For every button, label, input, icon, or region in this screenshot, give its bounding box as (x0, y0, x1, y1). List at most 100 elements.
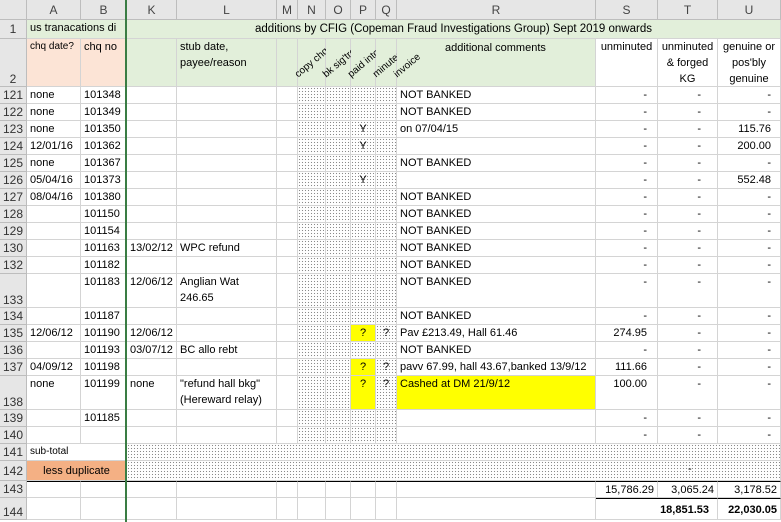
col-m-cell[interactable] (277, 257, 298, 274)
unminuted-cell[interactable]: - (596, 138, 658, 155)
payee-cell[interactable] (177, 155, 277, 172)
subtotal-label[interactable]: sub-total (27, 444, 127, 461)
header-k[interactable] (127, 39, 177, 87)
header-chq-date[interactable]: chq date? (27, 39, 81, 87)
copy-chq-cell[interactable] (298, 206, 326, 223)
stub-date-cell[interactable] (127, 189, 177, 206)
genuine-cell[interactable]: - (718, 189, 781, 206)
bk-sig-cell[interactable] (326, 87, 351, 104)
bk-sig-cell[interactable] (326, 240, 351, 257)
header-chq-no[interactable]: chq no (81, 39, 127, 87)
stub-date-cell[interactable]: 03/07/12 (127, 342, 177, 359)
comments-cell[interactable]: pavv 67.99, hall 43.67,banked 13/9/12 (397, 359, 596, 376)
minuted-cell[interactable] (376, 410, 397, 427)
totals-empty[interactable] (298, 481, 326, 498)
forged-cell[interactable]: - (658, 274, 718, 308)
total-forged[interactable]: 3,065.24 (658, 481, 718, 498)
row-header[interactable]: 132 (0, 257, 27, 274)
row-header[interactable]: 137 (0, 359, 27, 376)
chq-date-cell[interactable] (27, 257, 81, 274)
copy-chq-cell[interactable] (298, 376, 326, 410)
row-header[interactable]: 139 (0, 410, 27, 427)
paid-into-cell[interactable] (351, 410, 376, 427)
chq-no-cell[interactable]: 101193 (81, 342, 127, 359)
col-m-cell[interactable] (277, 342, 298, 359)
bk-sig-cell[interactable] (326, 104, 351, 121)
chq-no-cell[interactable]: 101182 (81, 257, 127, 274)
paid-into-cell[interactable] (351, 206, 376, 223)
chq-date-cell[interactable]: 12/01/16 (27, 138, 81, 155)
column-header-s[interactable]: S (596, 0, 658, 20)
comments-cell[interactable]: on 07/04/15 (397, 121, 596, 138)
bk-sig-cell[interactable] (326, 206, 351, 223)
unminuted-cell[interactable]: - (596, 172, 658, 189)
chq-date-cell[interactable] (27, 342, 81, 359)
minuted-cell[interactable] (376, 121, 397, 138)
chq-no-cell[interactable]: 101154 (81, 223, 127, 240)
copy-chq-cell[interactable] (298, 410, 326, 427)
copy-chq-cell[interactable] (298, 172, 326, 189)
row-header[interactable]: 2 (0, 39, 27, 87)
header-u[interactable]: genuine or pos'bly genuine (718, 39, 781, 87)
bk-sig-cell[interactable] (326, 223, 351, 240)
grand-empty[interactable] (397, 498, 596, 520)
col-m-cell[interactable] (277, 376, 298, 410)
copy-chq-cell[interactable] (298, 308, 326, 325)
totals-empty[interactable] (277, 481, 298, 498)
genuine-cell[interactable]: 115.76 (718, 121, 781, 138)
comments-cell[interactable]: NOT BANKED (397, 240, 596, 257)
chq-date-cell[interactable]: none (27, 155, 81, 172)
stub-date-cell[interactable] (127, 206, 177, 223)
totals-empty[interactable] (81, 481, 127, 498)
row-header[interactable]: 134 (0, 308, 27, 325)
chq-date-cell[interactable] (27, 206, 81, 223)
chq-no-cell[interactable]: 101198 (81, 359, 127, 376)
unminuted-cell[interactable]: - (596, 240, 658, 257)
forged-cell[interactable]: - (658, 138, 718, 155)
header-stub-date[interactable]: stub date, payee/reason (177, 39, 277, 87)
unminuted-cell[interactable]: - (596, 410, 658, 427)
paid-into-cell[interactable]: Y (351, 121, 376, 138)
header-s[interactable]: unminuted (596, 39, 658, 87)
bk-sig-cell[interactable] (326, 155, 351, 172)
grand-empty[interactable] (351, 498, 376, 520)
comments-cell[interactable]: NOT BANKED (397, 223, 596, 240)
chq-date-cell[interactable]: 08/04/16 (27, 189, 81, 206)
column-header-t[interactable]: T (658, 0, 718, 20)
col-m-cell[interactable] (277, 427, 298, 444)
minuted-cell[interactable] (376, 155, 397, 172)
payee-cell[interactable] (177, 104, 277, 121)
copy-chq-cell[interactable] (298, 104, 326, 121)
chq-no-cell[interactable]: 101163 (81, 240, 127, 257)
header-a-text[interactable]: us tranacations di (27, 20, 127, 39)
payee-cell[interactable]: "refund hall bkg" (Hereward relay) (177, 376, 277, 410)
totals-empty[interactable] (27, 481, 81, 498)
copy-chq-cell[interactable] (298, 342, 326, 359)
paid-into-cell[interactable]: ? (351, 376, 376, 410)
minuted-cell[interactable] (376, 274, 397, 308)
copy-chq-cell[interactable] (298, 359, 326, 376)
col-m-cell[interactable] (277, 325, 298, 342)
unminuted-cell[interactable]: - (596, 427, 658, 444)
spreadsheet-grid[interactable]: A B K L M N O P Q R S T U 1 us tranacations di addition… (0, 0, 781, 522)
paid-into-cell[interactable] (351, 308, 376, 325)
minuted-cell[interactable] (376, 104, 397, 121)
unminuted-cell[interactable]: - (596, 189, 658, 206)
chq-no-cell[interactable]: 101350 (81, 121, 127, 138)
col-m-cell[interactable] (277, 308, 298, 325)
comments-cell[interactable]: Cashed at DM 21/9/12 (397, 376, 596, 410)
totals-empty[interactable] (127, 481, 177, 498)
sheet-title[interactable]: additions by CFIG (Copeman Fraud Investi… (127, 20, 781, 39)
unminuted-cell[interactable]: - (596, 308, 658, 325)
grand-empty[interactable] (27, 498, 81, 520)
genuine-cell[interactable]: - (718, 376, 781, 410)
stub-date-cell[interactable] (127, 104, 177, 121)
forged-cell[interactable]: - (658, 376, 718, 410)
minuted-cell[interactable] (376, 427, 397, 444)
copy-chq-cell[interactable] (298, 325, 326, 342)
chq-date-cell[interactable] (27, 240, 81, 257)
bk-sig-cell[interactable] (326, 308, 351, 325)
chq-no-cell[interactable]: 101367 (81, 155, 127, 172)
column-header-p[interactable]: P (351, 0, 376, 20)
unminuted-cell[interactable]: - (596, 155, 658, 172)
